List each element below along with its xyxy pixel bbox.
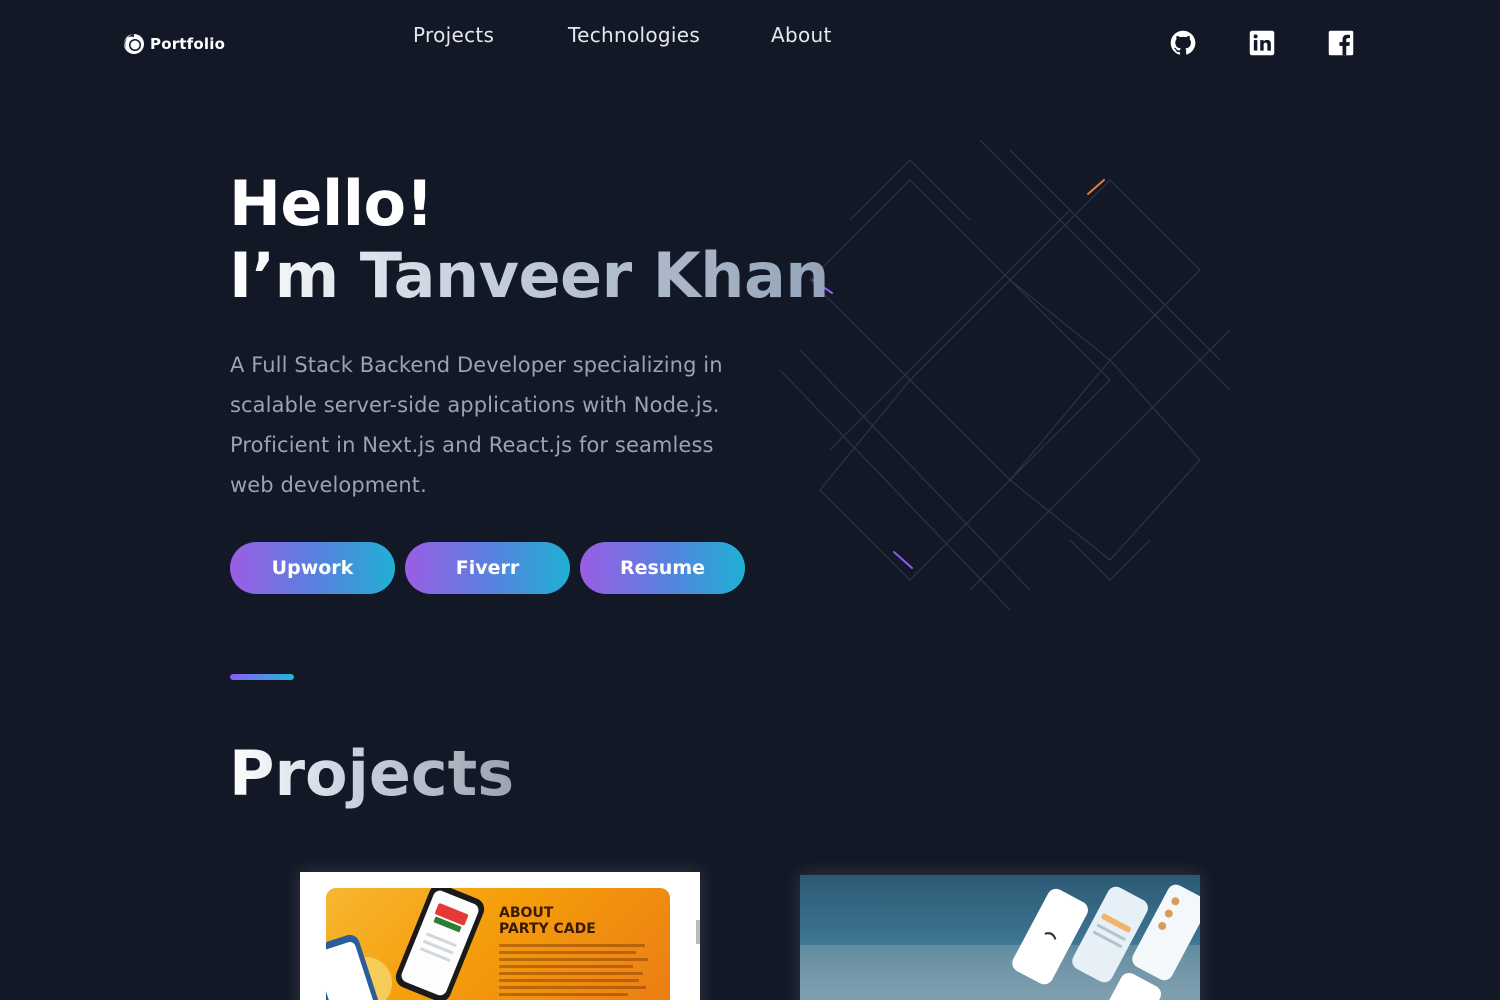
github-icon [1170, 30, 1196, 55]
thumbnail-scrollbar [696, 920, 700, 944]
project-card-party-cade[interactable]: ABOUT PARTY CADE [300, 872, 700, 1000]
project-thumbnail: ABOUT PARTY CADE [326, 888, 670, 1000]
hero-title: Hello! I’m Tanveer Khan [229, 168, 829, 312]
github-link[interactable] [1169, 29, 1197, 57]
brand-label: Portfolio [150, 35, 226, 53]
hero-name: I’m Tanveer Khan [229, 239, 829, 312]
project-heading-line1: ABOUT [499, 905, 554, 921]
phone-mockup-image [326, 888, 485, 1000]
app-screens-image [800, 884, 1200, 1000]
brand-logo[interactable]: Portfolio [123, 33, 225, 55]
section-divider [230, 674, 294, 680]
nav-about[interactable]: About [771, 23, 832, 47]
upwork-button[interactable]: Upwork [230, 542, 395, 594]
fiverr-button[interactable]: Fiverr [405, 542, 570, 594]
project-heading-line2: PARTY CADE [499, 921, 596, 937]
project-body-text-lines [499, 944, 651, 1000]
project-card-mobile-app[interactable] [800, 875, 1200, 1000]
project-card-heading: ABOUT PARTY CADE [499, 905, 596, 937]
hero-background-art [779, 139, 1231, 611]
hero-description: A Full Stack Backend Developer specializ… [230, 353, 723, 497]
facebook-link[interactable] [1327, 29, 1355, 57]
linkedin-link[interactable] [1248, 29, 1276, 57]
linkedin-icon [1249, 30, 1275, 56]
nav-projects[interactable]: Projects [413, 23, 494, 47]
logo-icon [124, 34, 144, 54]
hero-greeting: Hello! [229, 167, 434, 240]
resume-button[interactable]: Resume [580, 542, 745, 594]
projects-title: Projects [229, 734, 514, 814]
nav-technologies[interactable]: Technologies [568, 23, 700, 47]
portfolio-page: Portfolio Projects Technologies About He… [0, 0, 1500, 1000]
facebook-icon [1328, 30, 1354, 56]
